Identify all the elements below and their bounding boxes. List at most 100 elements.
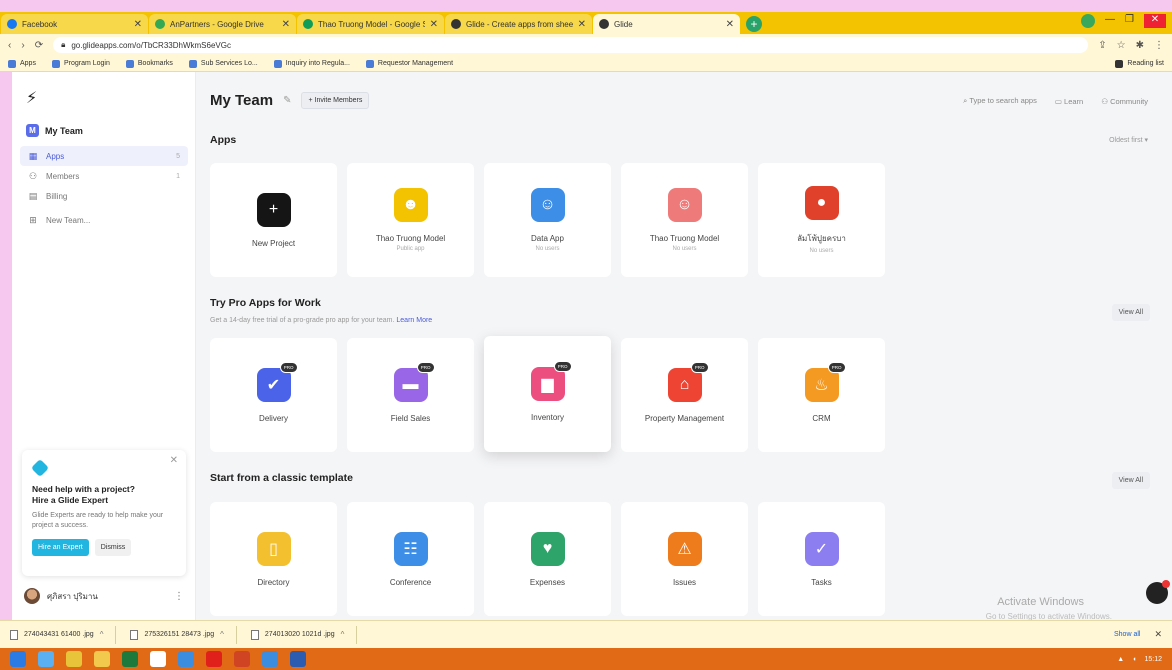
app-card[interactable]: ✓ Tasks [758, 502, 885, 616]
ie-icon[interactable] [38, 651, 54, 667]
app-card[interactable]: ☻ Thao Truong Model Public app [347, 163, 474, 277]
url-text: go.glideapps.com/o/TbCR33DhWkmS6eVGc [71, 40, 231, 50]
team-name: My Team [45, 125, 83, 136]
opera-icon[interactable] [206, 651, 222, 667]
bookmark-item[interactable]: Requestor Management [365, 59, 453, 68]
community-link[interactable]: ⚇ Community [1101, 97, 1148, 106]
word-icon[interactable] [290, 651, 306, 667]
chevron-up-icon[interactable]: ^ [341, 630, 345, 639]
app-card[interactable]: ⚠ Issues [621, 502, 748, 616]
app-card[interactable]: ▆ PRO Inventory [484, 336, 611, 452]
bookmark-item[interactable]: Bookmarks [125, 59, 173, 68]
extension-icon[interactable]: ✱ [1136, 40, 1144, 51]
browser-tab[interactable]: Glide ✕ [593, 14, 740, 34]
app-tile-icon: ☺ [667, 188, 702, 222]
pencil-icon[interactable]: ✎ [283, 95, 291, 106]
browser-tab[interactable]: Facebook ✕ [1, 14, 148, 34]
clock[interactable]: 15:12 [1144, 656, 1162, 663]
back-icon[interactable]: ‹ [8, 40, 11, 51]
bookmark-icon [125, 59, 134, 68]
app-card[interactable]: ✔ PRO Delivery [210, 338, 337, 452]
app-tile-icon: ✔ PRO [256, 361, 298, 402]
network-icon[interactable]: ▲ [1117, 656, 1124, 663]
download-item[interactable]: 274043431 61400 .jpg ^ [10, 625, 117, 644]
user-account[interactable]: ศุภิสรา ปุริมาน ⋮ [24, 588, 184, 604]
excel-icon[interactable] [122, 651, 138, 667]
reload-icon[interactable]: ⟳ [35, 40, 43, 51]
chat-button[interactable] [1146, 580, 1170, 604]
app-card[interactable]: ☷ Conference [347, 502, 474, 616]
app-card[interactable]: ♨ PRO CRM [758, 338, 885, 452]
chevron-up-icon[interactable]: ^ [220, 630, 224, 639]
profile-icon[interactable] [1081, 14, 1096, 28]
maximize-button[interactable]: ❐ [1125, 14, 1134, 28]
pro-view-all-button[interactable]: View All [1111, 304, 1150, 321]
app-card[interactable]: ♥ Expenses [484, 502, 611, 616]
app-card[interactable]: ● ลัมโพ้ปูยครบา No users [758, 163, 885, 277]
new-tab-button[interactable]: + [746, 16, 762, 32]
app-card[interactable]: ▯ Directory [210, 502, 337, 616]
url-bar[interactable]: 🔒︎ go.glideapps.com/o/TbCR33DhWkmS6eVGc [53, 37, 1089, 53]
template-view-all-button[interactable]: View All [1111, 472, 1150, 489]
learn-more-link[interactable]: Learn More [396, 317, 432, 324]
bookmark-item[interactable]: Apps [8, 59, 36, 68]
chrome-icon[interactable] [66, 651, 82, 667]
dismiss-button[interactable]: Dismiss [94, 539, 132, 556]
star-icon[interactable]: ☆ [1117, 40, 1126, 51]
new-team-button[interactable]: ⊞ New Team... [20, 210, 188, 230]
file-explorer-icon[interactable] [94, 651, 110, 667]
close-window-button[interactable]: ✕ [1144, 14, 1166, 28]
browser-tab[interactable]: AnPartners - Google Drive ✕ [149, 14, 296, 34]
menu-icon[interactable]: ⋮ [1154, 40, 1164, 51]
tab-close-icon[interactable]: ✕ [578, 19, 586, 30]
pro-badge: PRO [279, 361, 298, 373]
user-name: ศุภิสรา ปุริมาน [47, 591, 98, 601]
windows-start-icon[interactable] [10, 651, 26, 667]
browser-tab[interactable]: Glide - Create apps from sheets ✕ [445, 14, 592, 34]
notepad-icon[interactable] [150, 651, 166, 667]
chevron-up-icon[interactable]: ^ [100, 630, 104, 639]
learn-link[interactable]: ▭ Learn [1055, 97, 1083, 106]
close-downloads-icon[interactable]: ✕ [1154, 629, 1162, 640]
template-section-title: Start from a classic template [210, 472, 353, 484]
tab-close-icon[interactable]: ✕ [134, 19, 142, 30]
volume-icon[interactable]: ◖ [1132, 656, 1136, 663]
app-card-name: Data App [531, 234, 564, 243]
bookmark-item[interactable]: Program Login [51, 59, 110, 68]
sidebar-item-billing[interactable]: ▤ Billing [20, 186, 188, 206]
chrome2-icon[interactable] [178, 651, 194, 667]
close-icon[interactable]: ✕ [170, 455, 178, 466]
page-title: My Team [210, 92, 274, 109]
team-switcher[interactable]: M My Team [26, 124, 83, 137]
tab-close-icon[interactable]: ✕ [430, 19, 438, 30]
powerpoint-icon[interactable] [234, 651, 250, 667]
app-card[interactable]: ☺ Thao Truong Model No users [621, 163, 748, 277]
app-card-name: Thao Truong Model [375, 234, 446, 243]
minimize-button[interactable]: — [1105, 14, 1115, 28]
reading-list-bookmark[interactable]: Reading list [1115, 59, 1164, 68]
share-icon[interactable]: ⇪ [1098, 40, 1106, 51]
tab-close-icon[interactable]: ✕ [282, 19, 290, 30]
bookmark-item[interactable]: Sub Services Lo... [188, 59, 258, 68]
app-card[interactable]: ☺ Data App No users [484, 163, 611, 277]
glide-logo-icon[interactable]: ⚡ [26, 88, 37, 108]
forward-icon[interactable]: › [21, 40, 24, 51]
help-card-title-line1: Need help with a project? [32, 484, 135, 494]
invite-members-button[interactable]: + Invite Members [301, 92, 370, 109]
tab-close-icon[interactable]: ✕ [726, 19, 734, 30]
sidebar-item-members[interactable]: ⚇ Members 1 [20, 166, 188, 186]
more-vertical-icon[interactable]: ⋮ [174, 591, 184, 602]
chrome3-icon[interactable] [262, 651, 278, 667]
sidebar-item-apps[interactable]: ▦ Apps 5 [20, 146, 188, 166]
bookmark-item[interactable]: Inquiry into Regula... [273, 59, 350, 68]
download-item[interactable]: 275326151 28473 .jpg ^ [130, 625, 237, 644]
app-card[interactable]: + New Project [210, 163, 337, 277]
app-card[interactable]: ⌂ PRO Property Management [621, 338, 748, 452]
sort-dropdown[interactable]: Oldest first ▾ [1109, 136, 1148, 144]
search-apps[interactable]: ⌕ Type to search apps [963, 96, 1037, 106]
app-card[interactable]: ▬ PRO Field Sales [347, 338, 474, 452]
hire-expert-button[interactable]: Hire an Expert [32, 539, 89, 556]
browser-tab[interactable]: Thao Truong Model - Google Sheets ✕ [297, 14, 444, 34]
show-all-downloads[interactable]: Show all [1114, 631, 1140, 638]
download-item[interactable]: 274013020 1021d .jpg ^ [250, 625, 358, 644]
